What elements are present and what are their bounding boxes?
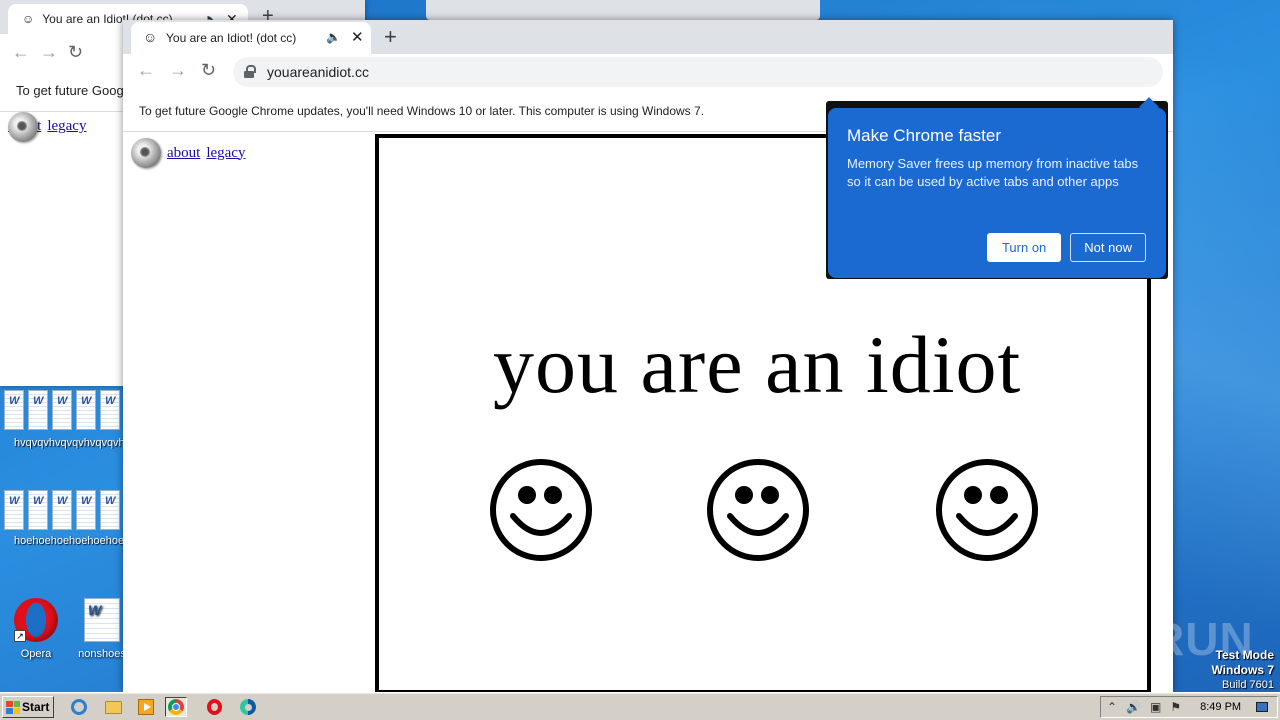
reload-icon[interactable]: ↻ xyxy=(68,42,83,63)
word-document-icon[interactable] xyxy=(28,490,48,530)
internet-explorer-icon xyxy=(71,699,87,715)
back-arrow-icon[interactable]: ← xyxy=(12,42,30,63)
smiley-favicon-icon: ☺ xyxy=(143,29,158,45)
build-line: Build 7601 xyxy=(1222,679,1274,691)
desktop-icon-label: Opera xyxy=(20,648,52,660)
show-desktop-button[interactable] xyxy=(1256,702,1269,712)
word-document-icon[interactable] xyxy=(76,490,96,530)
icon-stack-label: hvqvqvhvqvqvhvqvqvhvqv xyxy=(14,437,124,449)
clock[interactable]: 8:49 PM xyxy=(1200,701,1241,713)
smiley-face-icon xyxy=(936,459,1038,561)
speaker-icon xyxy=(131,138,161,168)
link-legacy[interactable]: legacy xyxy=(206,145,245,162)
audio-icon[interactable]: 🔈 xyxy=(326,30,341,44)
memory-saver-bubble: Make Chrome faster Memory Saver frees up… xyxy=(828,108,1166,278)
folder-icon xyxy=(104,700,122,714)
word-document-icon[interactable] xyxy=(4,490,24,530)
test-mode-line: Test Mode xyxy=(1215,648,1274,662)
background-window-edge xyxy=(426,0,820,20)
icon-stack-top[interactable] xyxy=(0,390,124,430)
turn-on-button[interactable]: Turn on xyxy=(986,233,1062,262)
taskbar-media-player[interactable] xyxy=(135,697,157,717)
new-tab-button[interactable]: + xyxy=(384,24,397,50)
media-player-icon xyxy=(138,699,154,715)
bubble-body: Memory Saver frees up memory from inacti… xyxy=(847,156,1139,189)
word-document-icon xyxy=(84,598,120,642)
headline: you are an idiot xyxy=(493,319,1022,410)
bubble-actions: Turn on Not now xyxy=(986,233,1146,262)
word-document-icon[interactable] xyxy=(100,490,120,530)
word-document-icon[interactable] xyxy=(28,390,48,430)
taskbar-internet-explorer[interactable] xyxy=(68,697,90,717)
speaker-icon xyxy=(8,111,38,142)
network-icon[interactable]: ▣ xyxy=(1150,700,1161,714)
toolbar: ← → ↻ youareanidiot.cc xyxy=(123,54,1173,90)
bubble-title: Make Chrome faster xyxy=(847,126,1001,145)
test-mode-notice: Test Mode Windows 7 Build 7601 xyxy=(1211,648,1274,693)
word-document-icon[interactable] xyxy=(4,390,24,430)
icon-stack-label: hoehoehoehoehoehoe xyxy=(14,535,124,547)
icon-stack-bottom[interactable] xyxy=(0,490,124,530)
forward-arrow-icon[interactable]: → xyxy=(40,42,58,63)
smiley-face-icon xyxy=(707,459,809,561)
link-about[interactable]: about xyxy=(167,145,200,162)
page-links: about legacy xyxy=(131,138,245,168)
action-center-flag-icon[interactable]: ⚑ xyxy=(1170,700,1181,714)
taskbar: Start ⌃ 🔊 ▣ ⚑ 8:49 PM xyxy=(0,692,1280,720)
word-document-icon[interactable] xyxy=(52,490,72,530)
taskbar-edge[interactable] xyxy=(237,697,259,717)
taskbar-opera[interactable] xyxy=(203,697,225,717)
lock-icon[interactable] xyxy=(243,65,257,79)
browser-tab-active[interactable]: ☺ You are an Idiot! (dot cc) 🔈 ✕ xyxy=(131,22,371,54)
close-tab-icon[interactable]: ✕ xyxy=(351,28,364,46)
smiley-face-icon xyxy=(490,459,592,561)
tab-strip: ☺ You are an Idiot! (dot cc) 🔈 ✕ + xyxy=(123,20,1173,54)
tray-expand-icon[interactable]: ⌃ xyxy=(1107,700,1117,714)
opera-icon: ↗ xyxy=(14,598,58,642)
taskbar-chrome[interactable] xyxy=(165,697,187,717)
chrome-icon xyxy=(168,699,184,715)
forward-arrow-icon[interactable]: → xyxy=(169,60,187,81)
tab-title: You are an Idiot! (dot cc) xyxy=(166,31,297,45)
word-document-icon[interactable] xyxy=(76,390,96,430)
word-document-icon[interactable] xyxy=(100,390,120,430)
back-arrow-icon[interactable]: ← xyxy=(137,60,155,81)
word-document-icon[interactable] xyxy=(52,390,72,430)
edge-icon xyxy=(240,699,256,715)
desktop-icon-label: nonshoes xyxy=(78,648,126,660)
os-name-line: Windows 7 xyxy=(1211,663,1274,677)
not-now-button[interactable]: Not now xyxy=(1070,233,1146,262)
windows-logo-icon xyxy=(6,700,20,714)
start-button[interactable]: Start xyxy=(2,696,54,718)
taskbar-explorer[interactable] xyxy=(102,697,124,717)
volume-icon[interactable]: 🔊 xyxy=(1126,700,1141,714)
address-bar[interactable]: youareanidiot.cc xyxy=(233,57,1163,87)
reload-icon[interactable]: ↻ xyxy=(201,60,216,81)
opera-icon xyxy=(206,699,222,715)
system-tray: ⌃ 🔊 ▣ ⚑ 8:49 PM xyxy=(1100,696,1278,718)
smiley-favicon-icon: ☺ xyxy=(22,12,35,26)
link-legacy[interactable]: legacy xyxy=(47,118,86,135)
url-text[interactable]: youareanidiot.cc xyxy=(267,64,369,80)
shortcut-arrow-icon: ↗ xyxy=(14,630,26,642)
page-links: about legacy xyxy=(8,111,86,142)
start-label: Start xyxy=(22,700,50,714)
